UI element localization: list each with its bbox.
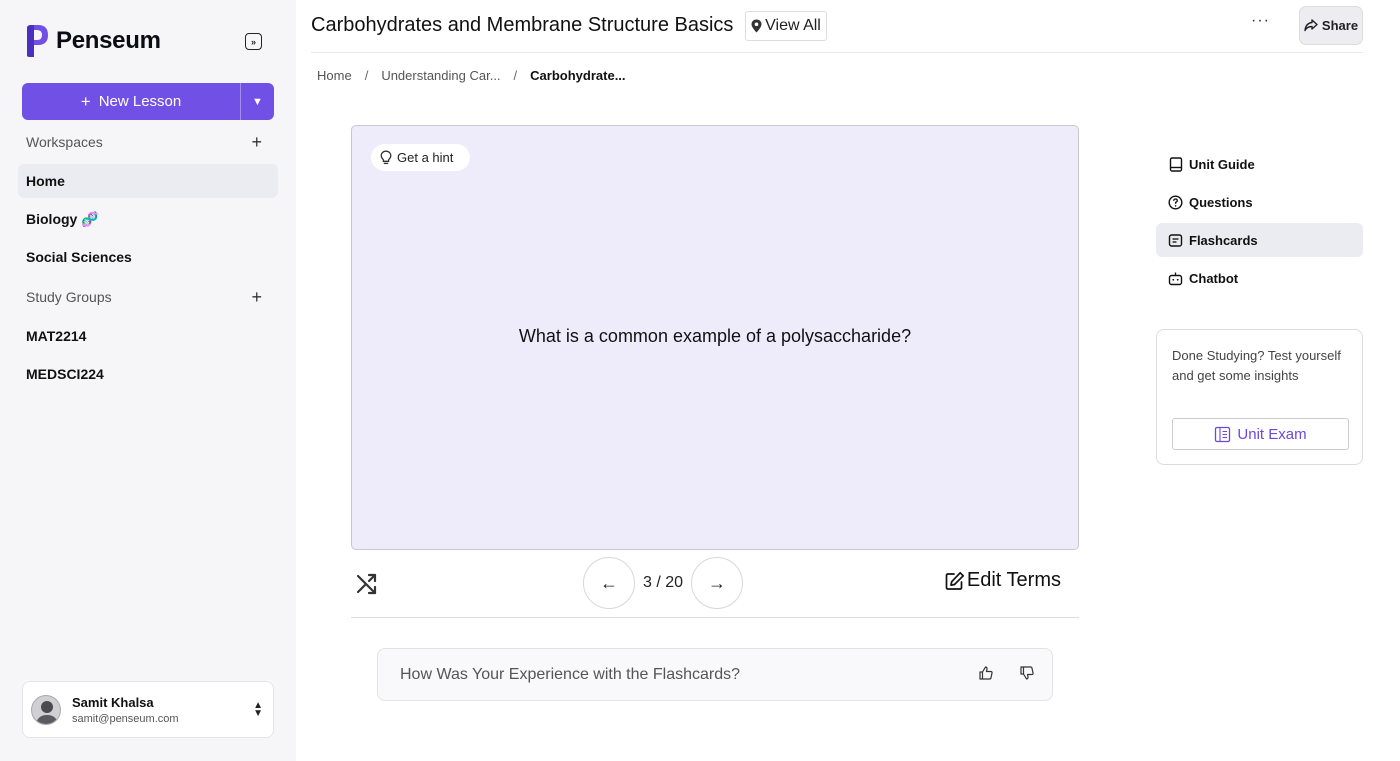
sidebar-item-label: Home [26, 173, 65, 189]
collapse-sidebar-icon[interactable]: » [245, 33, 262, 50]
penseum-logo-icon [24, 24, 50, 58]
sidebar-item-home[interactable]: Home [18, 164, 278, 198]
breadcrumb: Home / Understanding Car... / Carbohydra… [317, 68, 626, 83]
sidebar: Penseum » + New Lesson ▼ Workspaces + Ho… [0, 0, 296, 761]
arrow-right-icon: → [708, 572, 726, 593]
sidebar-item-label: Social Sciences [26, 249, 132, 265]
bot-icon [1168, 271, 1183, 286]
card-counter: 3 / 20 [642, 574, 684, 591]
book-icon [1168, 156, 1183, 172]
study-groups-section-header: Study Groups + [26, 288, 262, 306]
edit-icon [945, 571, 964, 590]
user-email: samit@penseum.com [72, 712, 179, 725]
feedback-bar: How Was Your Experience with the Flashca… [377, 648, 1053, 701]
breadcrumb-home[interactable]: Home [317, 68, 352, 83]
sidebar-item-biology[interactable]: Biology 🧬 [18, 202, 278, 236]
avatar [31, 694, 61, 725]
sidebar-item-mat2214[interactable]: MAT2214 [18, 319, 278, 353]
feedback-prompt: How Was Your Experience with the Flashca… [400, 666, 741, 683]
new-lesson-label: New Lesson [98, 93, 182, 110]
sidebar-item-label: MEDSCI224 [26, 366, 104, 382]
flashcard-controls: ← 3 / 20 → Edit Terms [351, 555, 1079, 618]
chevron-down-icon[interactable]: ▼ [240, 83, 274, 120]
sidebar-item-social-sciences[interactable]: Social Sciences [18, 240, 278, 274]
nav-label: Chatbot [1189, 270, 1239, 286]
arrow-left-icon: ← [600, 572, 618, 593]
breadcrumb-separator: / [513, 68, 518, 83]
top-bar: Carbohydrates and Membrane Structure Bas… [311, 0, 1363, 53]
exam-card-text: Done Studying? Test yourself and get som… [1172, 348, 1341, 383]
new-lesson-button[interactable]: + New Lesson ▼ [22, 83, 274, 120]
nav-label: Unit Guide [1189, 156, 1255, 172]
brand-logo[interactable]: Penseum [24, 24, 161, 58]
unit-exam-button[interactable]: Unit Exam [1172, 418, 1349, 450]
new-lesson-main[interactable]: + New Lesson [22, 93, 240, 110]
breadcrumb-unit[interactable]: Understanding Car... [381, 68, 500, 83]
flashcard[interactable]: Get a hint What is a common example of a… [351, 125, 1079, 550]
view-all-label: View All [765, 17, 821, 34]
map-pin-icon [751, 19, 762, 33]
view-all-button[interactable]: View All [745, 11, 827, 41]
nav-label: Flashcards [1189, 232, 1258, 248]
add-workspace-icon[interactable]: + [251, 133, 262, 151]
breadcrumb-separator: / [364, 68, 369, 83]
edit-terms-button[interactable]: Edit Terms [945, 569, 1061, 592]
study-groups-label: Study Groups [26, 289, 112, 305]
exam-icon [1215, 426, 1231, 442]
nav-unit-guide[interactable]: Unit Guide [1156, 147, 1363, 181]
brand-name: Penseum [56, 27, 161, 54]
sidebar-item-label: Biology 🧬 [26, 210, 99, 227]
next-card-button[interactable]: → [691, 557, 743, 609]
lightbulb-icon [380, 150, 392, 164]
unit-exam-label: Unit Exam [1237, 425, 1307, 443]
user-info: Samit Khalsa samit@penseum.com [72, 695, 253, 725]
sidebar-item-label: MAT2214 [26, 328, 87, 344]
shuffle-icon[interactable] [355, 572, 379, 602]
user-name: Samit Khalsa [72, 694, 154, 710]
user-account-menu[interactable]: Samit Khalsa samit@penseum.com ▲ ▼ [22, 681, 274, 738]
breadcrumb-current: Carbohydrate... [530, 68, 626, 83]
flashcards-icon [1168, 233, 1183, 248]
get-hint-label: Get a hint [397, 150, 454, 165]
share-icon [1304, 19, 1318, 32]
thumbs-up-icon[interactable] [979, 666, 993, 683]
edit-terms-label: Edit Terms [966, 569, 1061, 591]
nav-flashcards[interactable]: Flashcards [1156, 223, 1363, 257]
chevron-up-down-icon[interactable]: ▲ ▼ [253, 700, 263, 718]
unit-exam-card: Done Studying? Test yourself and get som… [1156, 329, 1363, 465]
workspaces-label: Workspaces [26, 134, 103, 150]
nav-label: Questions [1189, 194, 1253, 210]
flashcard-question: What is a common example of a polysaccha… [518, 326, 912, 346]
get-hint-button[interactable]: Get a hint [371, 144, 471, 171]
share-label: Share [1321, 18, 1359, 33]
share-button[interactable]: Share [1299, 6, 1363, 45]
nav-questions[interactable]: Questions [1156, 185, 1363, 219]
question-circle-icon [1168, 194, 1183, 210]
add-study-group-icon[interactable]: + [251, 288, 262, 306]
plus-icon: + [80, 92, 91, 111]
page-title: Carbohydrates and Membrane Structure Bas… [311, 14, 734, 36]
workspaces-section-header: Workspaces + [26, 133, 262, 151]
more-options-icon[interactable]: ··· [1251, 12, 1270, 30]
nav-chatbot[interactable]: Chatbot [1156, 261, 1363, 295]
thumbs-down-icon[interactable] [1020, 666, 1034, 683]
previous-card-button[interactable]: ← [583, 557, 635, 609]
sidebar-item-medsci224[interactable]: MEDSCI224 [18, 357, 278, 391]
